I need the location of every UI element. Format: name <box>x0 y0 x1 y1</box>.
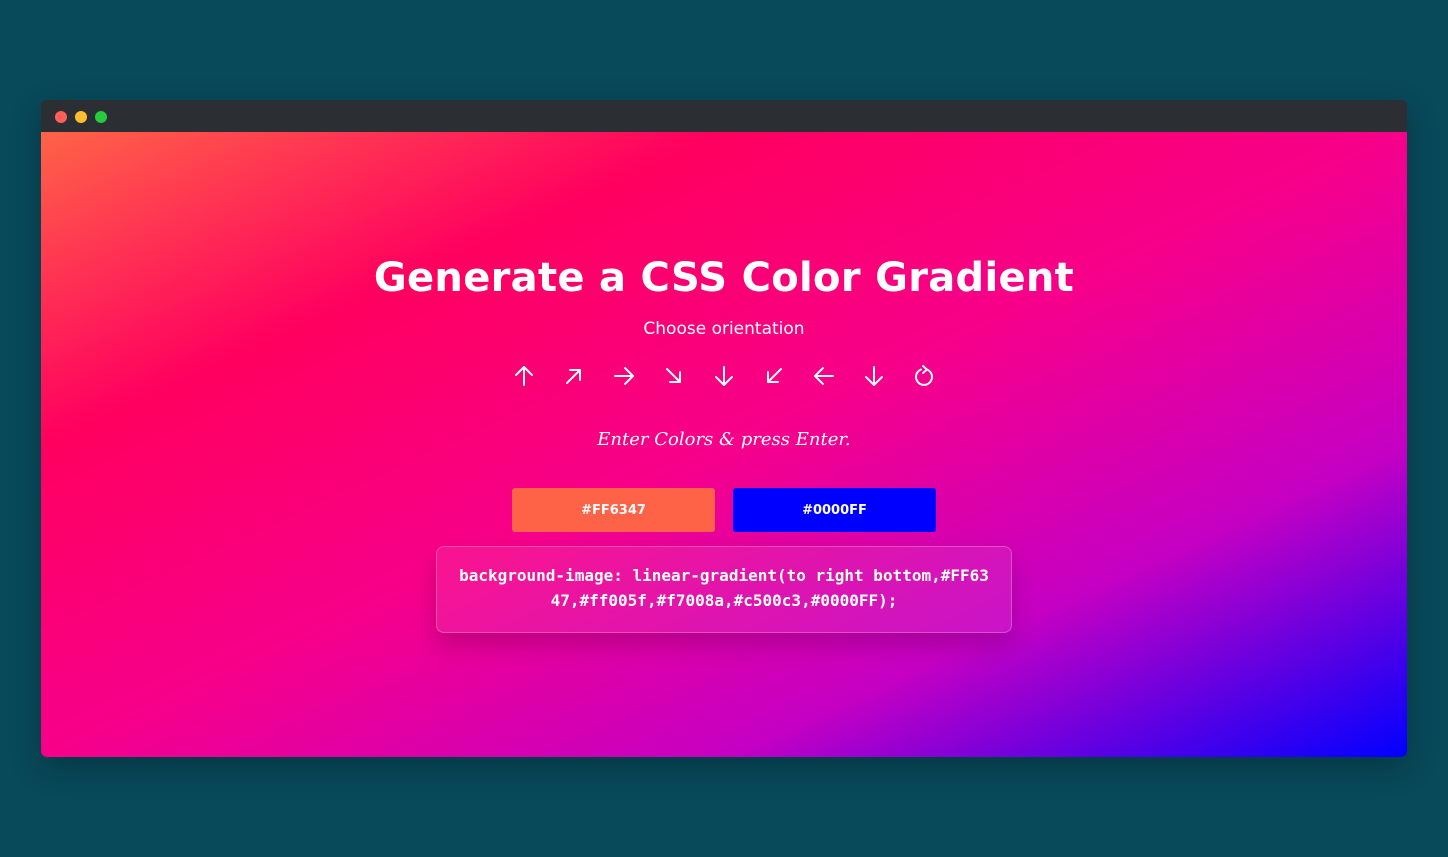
maximize-window-button[interactable] <box>95 111 107 123</box>
arrow-up-right-icon <box>566 369 581 384</box>
arrow-left-icon <box>814 367 834 385</box>
window-titlebar <box>41 100 1407 132</box>
arrow-down-left-icon <box>767 368 782 383</box>
gradient-preview: Generate a CSS Color Gradient Choose ori… <box>41 132 1407 757</box>
minimize-window-button[interactable] <box>75 111 87 123</box>
arrow-down-icon <box>715 366 733 386</box>
orientation-label: Choose orientation <box>643 319 805 339</box>
orientation-radial-button[interactable] <box>910 360 938 392</box>
orientation-left-button[interactable] <box>810 360 838 392</box>
close-window-button[interactable] <box>55 111 67 123</box>
orientation-down-right-button[interactable] <box>660 360 688 392</box>
radial-rotate-icon <box>915 365 933 386</box>
page-title: Generate a CSS Color Gradient <box>373 255 1075 301</box>
color-start-input[interactable] <box>512 488 715 532</box>
orientation-right-button[interactable] <box>610 360 638 392</box>
orientation-up-button[interactable] <box>510 360 538 392</box>
arrow-right-icon <box>614 367 634 385</box>
orientation-down-left-button[interactable] <box>760 360 788 392</box>
orientation-down-alt-button[interactable] <box>860 360 888 392</box>
arrow-up-icon <box>515 366 533 386</box>
arrow-down-icon <box>865 366 883 386</box>
color-end-input[interactable] <box>733 488 936 532</box>
browser-window: Generate a CSS Color Gradient Choose ori… <box>41 100 1407 757</box>
orientation-down-button[interactable] <box>710 360 738 392</box>
instruction-text: Enter Colors & press Enter. <box>597 429 851 450</box>
orientation-selector <box>41 360 1407 392</box>
arrow-down-right-icon <box>666 368 681 383</box>
orientation-up-right-button[interactable] <box>560 360 588 392</box>
css-code-output[interactable]: background-image: linear-gradient(to rig… <box>436 546 1012 633</box>
